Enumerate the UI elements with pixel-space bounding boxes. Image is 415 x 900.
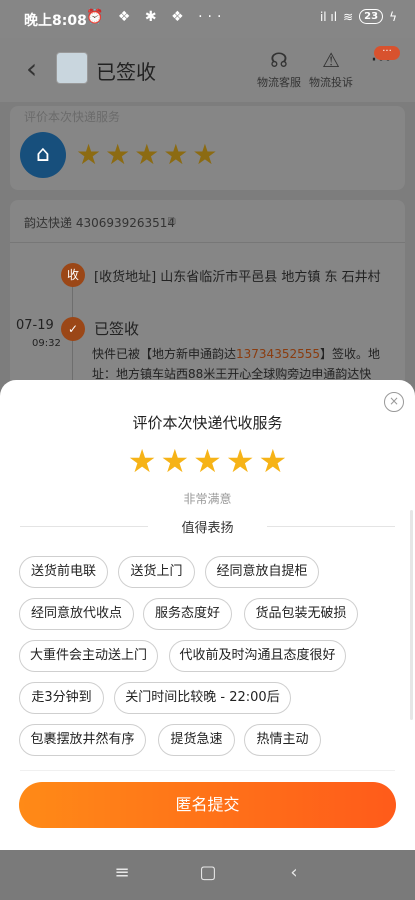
rating-text: 非常满意 <box>183 492 232 506</box>
received-node: 收 <box>61 263 85 287</box>
delivery-address: [收货地址] 山东省临沂市平邑县 地方镇 东 石井村 <box>94 270 381 285</box>
tag-option[interactable]: 服务态度好 <box>143 598 232 630</box>
divider-right <box>267 526 395 527</box>
rating-card: 评价本次快递服务 ⌂ ★★★★★ <box>10 106 405 190</box>
signed-title: 已签收 <box>94 320 140 338</box>
status-right: il ıl ≋ 23 ϟ <box>320 9 397 24</box>
status-bar: 晚上8:08 ⏰ ❖ ✱ ❖ ··· il ıl ≋ 23 ϟ <box>0 0 415 38</box>
system-nav-bar: ≡ ▢ ‹ <box>0 850 415 900</box>
event-time: 09:32 <box>32 338 61 349</box>
tag-option[interactable]: 经同意放自提柜 <box>205 556 319 588</box>
logistics-complaint-label: 物流投诉 <box>309 76 353 89</box>
star-icon[interactable]: ★ <box>193 443 222 479</box>
background-stars: ★★★★★ <box>76 138 222 171</box>
logistics-complaint-button[interactable]: ⚠ 物流投诉 <box>306 48 356 90</box>
divider <box>10 242 405 243</box>
home-icon[interactable]: ▢ <box>193 862 223 883</box>
sheet-title: 评价本次快递代收服务 <box>132 414 283 432</box>
status-time: 晚上8:08 <box>24 13 87 29</box>
tag-option[interactable]: 货品包装无破损 <box>244 598 358 630</box>
copy-icon[interactable]: ⧉ <box>168 214 176 228</box>
warning-icon: ⚠ <box>322 48 340 72</box>
header: ‹ 已签收 ☊ 物流客服 ⚠ 物流投诉 ··· ··· <box>0 38 415 102</box>
package-thumbnail <box>56 52 88 84</box>
tag-option[interactable]: 提货急速 <box>158 724 235 756</box>
store-icon: ⌂ <box>20 132 66 178</box>
star-icon[interactable]: ★ <box>160 443 189 479</box>
tag-option[interactable]: 大重件会主动送上门 <box>19 640 158 672</box>
page-title: 已签收 <box>96 60 156 84</box>
star-rating[interactable]: ★ ★ ★ ★ ★ <box>0 443 415 479</box>
tag-option[interactable]: 热情主动 <box>244 724 321 756</box>
tag-option[interactable]: 包裹摆放井然有序 <box>19 724 146 756</box>
anonymous-submit-button[interactable]: 匿名提交 <box>19 782 396 828</box>
menu-icon[interactable]: ≡ <box>107 862 137 883</box>
wifi-icon: ≋ <box>343 9 354 24</box>
back-icon[interactable]: ‹ <box>279 862 309 883</box>
rating-card-label: 评价本次快递服务 <box>24 110 121 124</box>
detail-phone-link[interactable]: 13734352555 <box>236 347 320 361</box>
check-icon: ✓ <box>61 317 85 341</box>
tracking-card: 韵达快递 4306939263514 ⧉ 收 [收货地址] 山东省临沂市平邑县 … <box>10 200 405 400</box>
event-date: 07-19 <box>16 318 54 333</box>
signal-icon: il ıl <box>319 9 338 24</box>
charging-icon: ϟ <box>389 9 397 24</box>
logistics-service-button[interactable]: ☊ 物流客服 <box>254 48 304 90</box>
event-detail: 快件已被【地方新申通韵达13734352555】签收。地址：地方镇车站西88米王… <box>92 344 400 384</box>
tag-option[interactable]: 代收前及时沟通且态度很好 <box>169 640 346 672</box>
chevron-left-icon[interactable]: ‹ <box>26 52 37 85</box>
tag-option[interactable]: 送货上门 <box>118 556 195 588</box>
tag-option[interactable]: 送货前电联 <box>19 556 108 588</box>
headset-icon: ☊ <box>270 48 288 72</box>
tag-option[interactable]: 走3分钟到 <box>19 682 104 714</box>
star-icon[interactable]: ★ <box>128 443 157 479</box>
tag-option[interactable]: 关门时间比较晚 - 22:00后 <box>114 682 291 714</box>
star-icon[interactable]: ★ <box>259 443 288 479</box>
logistics-service-label: 物流客服 <box>257 76 301 89</box>
scrollbar[interactable] <box>410 510 413 720</box>
praise-heading: 值得表扬 <box>20 517 395 537</box>
star-icon[interactable]: ★ <box>226 443 255 479</box>
notification-icons: ⏰ ❖ ✱ ❖ ··· <box>86 9 227 25</box>
notification-badge: ··· <box>374 46 400 60</box>
detail-text-before: 快件已被【地方新申通韵达 <box>92 347 237 361</box>
divider <box>20 770 395 771</box>
tag-option[interactable]: 经同意放代收点 <box>19 598 134 630</box>
rating-sheet: × 评价本次快递代收服务 ★ ★ ★ ★ ★ 非常满意 值得表扬 送货前电联 送货上门 … <box>0 380 415 850</box>
close-icon[interactable]: × <box>384 392 404 412</box>
tracking-number: 韵达快递 4306939263514 <box>24 216 176 230</box>
battery-icon: 23 <box>359 9 384 24</box>
